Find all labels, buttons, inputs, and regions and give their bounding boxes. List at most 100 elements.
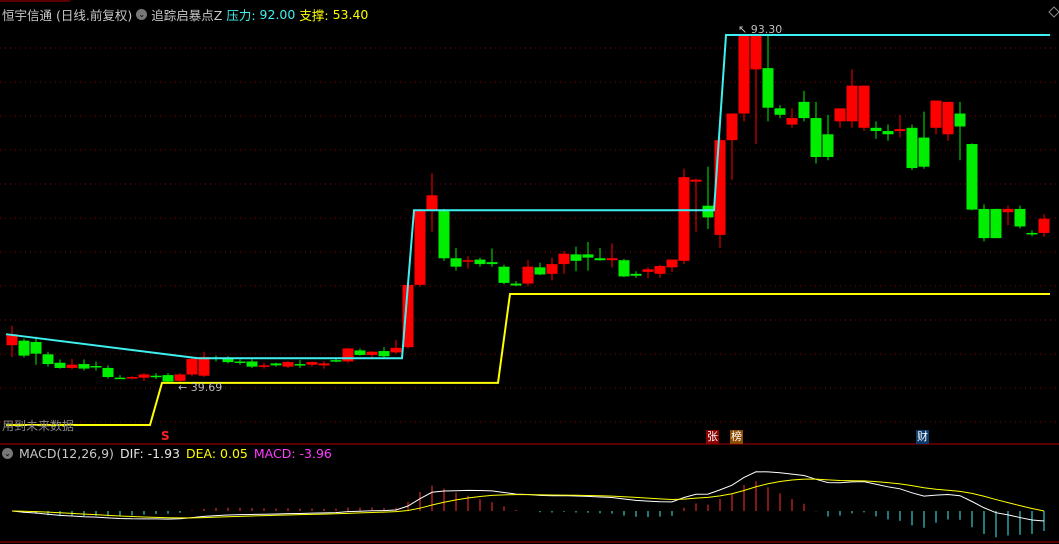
candle-body <box>138 374 150 378</box>
candle-body <box>186 358 198 375</box>
candle-body <box>90 365 102 368</box>
candle-body <box>30 341 42 354</box>
candle-body <box>870 127 882 132</box>
candle-body <box>114 377 126 380</box>
candle-body <box>774 108 786 115</box>
candle-body <box>66 364 78 368</box>
candle-body <box>390 347 402 353</box>
candle-body <box>606 258 618 261</box>
candle-body <box>690 179 702 182</box>
candle-body <box>522 266 534 284</box>
candle-body <box>246 361 258 367</box>
bang-marker[interactable]: 榜 <box>730 430 743 444</box>
candle-body <box>810 118 822 158</box>
candle-body <box>450 258 462 267</box>
dif-line <box>11 471 1045 522</box>
resistance-line <box>5 34 1050 360</box>
period-label: (日线.前复权) <box>56 8 133 23</box>
support-value: 53.40 <box>332 7 369 22</box>
support-line <box>6 292 1050 427</box>
candle-body <box>738 35 750 114</box>
candle-body <box>906 127 918 169</box>
macd-dea: DEA: 0.05 <box>186 446 248 461</box>
candle-body <box>42 354 54 365</box>
candle-body <box>474 259 486 265</box>
signal-s-marker[interactable]: S <box>161 429 170 443</box>
candle-body <box>1014 208 1026 227</box>
candle-body <box>18 340 30 356</box>
candle-body <box>198 356 210 376</box>
candle-body <box>510 283 522 286</box>
candle-body <box>102 367 114 378</box>
candle-body <box>1038 218 1050 233</box>
candle-body <box>966 144 978 210</box>
candle-body <box>462 260 474 262</box>
candle-body <box>582 254 594 258</box>
candle-body <box>642 269 654 272</box>
zhang-marker[interactable]: 张 <box>706 430 719 444</box>
candle-body <box>162 375 174 382</box>
candle-body <box>930 100 942 128</box>
chevron-down-icon[interactable]: ⌄ <box>136 9 148 20</box>
candle-body <box>834 108 846 122</box>
candle-body <box>702 205 714 218</box>
candle-body <box>654 266 666 274</box>
future-data-warning: 用到未来数据 <box>2 419 75 433</box>
candle-body <box>570 254 582 261</box>
candle-body <box>306 362 318 365</box>
stock-name: 恒宇信通 <box>2 8 53 23</box>
candle-body <box>222 358 234 363</box>
candle-body <box>342 348 354 362</box>
candle-body <box>618 260 630 277</box>
candle-body <box>486 262 498 265</box>
candle-body <box>594 258 606 261</box>
candle-body <box>822 134 834 158</box>
candle-body <box>858 85 870 128</box>
candle-body <box>1026 232 1038 235</box>
candle-body <box>294 364 306 366</box>
candle-body <box>282 362 294 367</box>
high-price-label: ↖ 93.30 <box>738 23 783 36</box>
candle-body <box>258 365 270 367</box>
candle-body <box>750 35 762 70</box>
candle-body <box>546 264 558 274</box>
candle-body <box>978 208 990 239</box>
macd-header: ⌄ MACD(12,26,9) DIF: -1.93 DEA: 0.05 MAC… <box>2 446 332 461</box>
candle-body <box>354 350 366 355</box>
candle-body <box>726 113 738 141</box>
low-price: 39.69 <box>190 381 223 394</box>
candle-body <box>234 361 246 363</box>
candle-body <box>534 267 546 275</box>
cai-marker[interactable]: 财 <box>916 430 929 444</box>
macd-value: MACD: -3.96 <box>253 446 332 461</box>
candle-body <box>498 266 510 283</box>
diamond-icon <box>1048 6 1059 18</box>
candle-body <box>918 137 930 167</box>
candle-body <box>798 101 810 119</box>
macd-name[interactable]: MACD(12,26,9) <box>19 446 114 461</box>
candle-body <box>438 210 450 259</box>
dea-line <box>11 478 1045 519</box>
candle-body <box>126 377 138 379</box>
main-header: 恒宇信通 (日线.前复权) ⌄ 追踪启暴点Z 压力: 92.00 支撑: 53.40 <box>2 5 368 24</box>
candle-body <box>426 195 438 211</box>
candle-body <box>318 363 330 366</box>
macd-dif: DIF: -1.93 <box>119 446 180 461</box>
chevron-down-icon[interactable]: ⌄ <box>2 448 13 459</box>
support-label: 支撑: <box>299 8 329 23</box>
candle-body <box>990 208 1002 239</box>
candle-body <box>558 253 570 265</box>
candle-body <box>54 362 66 368</box>
candle-body <box>954 113 966 127</box>
candle-body <box>666 259 678 268</box>
resistance-label: 压力: <box>226 8 256 23</box>
kline-chart[interactable] <box>0 0 1059 544</box>
low-price-label: ← 39.69 <box>178 381 223 394</box>
candle-body <box>630 273 642 276</box>
indicator-name[interactable]: 追踪启暴点Z <box>151 5 222 24</box>
candle-body <box>366 351 378 355</box>
candle-body <box>846 85 858 122</box>
candle-body <box>762 68 774 108</box>
candle-body <box>786 118 798 125</box>
high-price: 93.30 <box>750 23 783 36</box>
